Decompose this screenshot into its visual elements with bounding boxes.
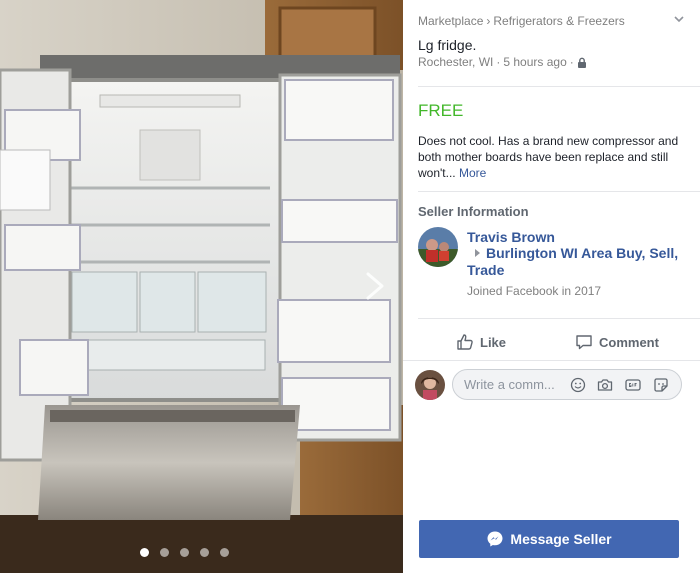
seller-name[interactable]: Travis Brown [467,229,555,245]
listing-location[interactable]: Rochester, WI [418,55,493,69]
comment-input-box[interactable] [452,369,682,400]
listing-title: Lg fridge. [418,37,477,53]
like-button[interactable]: Like [456,325,506,359]
gallery-dots [140,548,229,557]
seller-info-heading: Seller Information [418,204,529,219]
next-arrow-icon[interactable] [362,270,388,302]
gallery-dot[interactable] [220,548,229,557]
breadcrumb-separator: › [486,14,491,28]
comment-composer [403,361,700,409]
like-icon [457,334,473,350]
seller-avatar[interactable] [418,227,458,267]
gallery-dot[interactable] [200,548,209,557]
camera-icon[interactable] [597,377,613,393]
lock-icon [577,57,586,68]
listing-price: FREE [418,101,464,120]
fridge-image [0,0,403,573]
caret-right-icon [475,249,480,257]
listing-time: 5 hours ago [503,55,567,69]
gallery-dot[interactable] [160,548,169,557]
breadcrumb-category[interactable]: Refrigerators & Freezers [493,14,624,28]
message-seller-button[interactable]: Message Seller [419,520,679,558]
gif-icon[interactable] [625,377,641,393]
user-avatar[interactable] [415,370,445,400]
message-seller-label: Message Seller [510,531,612,547]
breadcrumb: Marketplace › Refrigerators & Freezers [418,14,625,28]
listing-description: Does not cool. Has a brand new compresso… [418,133,680,181]
breadcrumb-marketplace[interactable]: Marketplace [418,14,483,28]
listing-photo[interactable] [0,0,403,573]
meta-dot: · [496,55,501,69]
emoji-icon[interactable] [570,377,586,393]
chevron-down-icon[interactable] [672,12,686,26]
seller-group-name[interactable]: Burlington WI Area Buy, Sell, Trade [467,245,678,278]
like-label: Like [480,334,507,350]
gallery-dot[interactable] [140,548,149,557]
seller-group[interactable]: Burlington WI Area Buy, Sell, Trade [467,245,687,279]
gallery-dot[interactable] [180,548,189,557]
comment-input[interactable] [464,370,564,399]
listing-meta: Rochester, WI · 5 hours ago · [418,55,587,69]
divider [418,86,700,87]
divider [418,191,700,192]
comment-button[interactable]: Comment [575,325,659,359]
seller-joined: Joined Facebook in 2017 [467,284,602,298]
action-bar: Like Comment [403,325,700,359]
comment-icon [576,335,592,350]
more-link[interactable]: More [459,166,486,180]
messenger-icon [487,531,503,547]
divider [418,318,700,319]
listing-details-panel: Marketplace › Refrigerators & Freezers Lg … [403,0,700,573]
comment-label: Comment [599,334,659,350]
description-text: Does not cool. Has a brand new compresso… [418,134,679,180]
sticker-icon[interactable] [653,377,669,393]
meta-dot: · [569,55,574,69]
